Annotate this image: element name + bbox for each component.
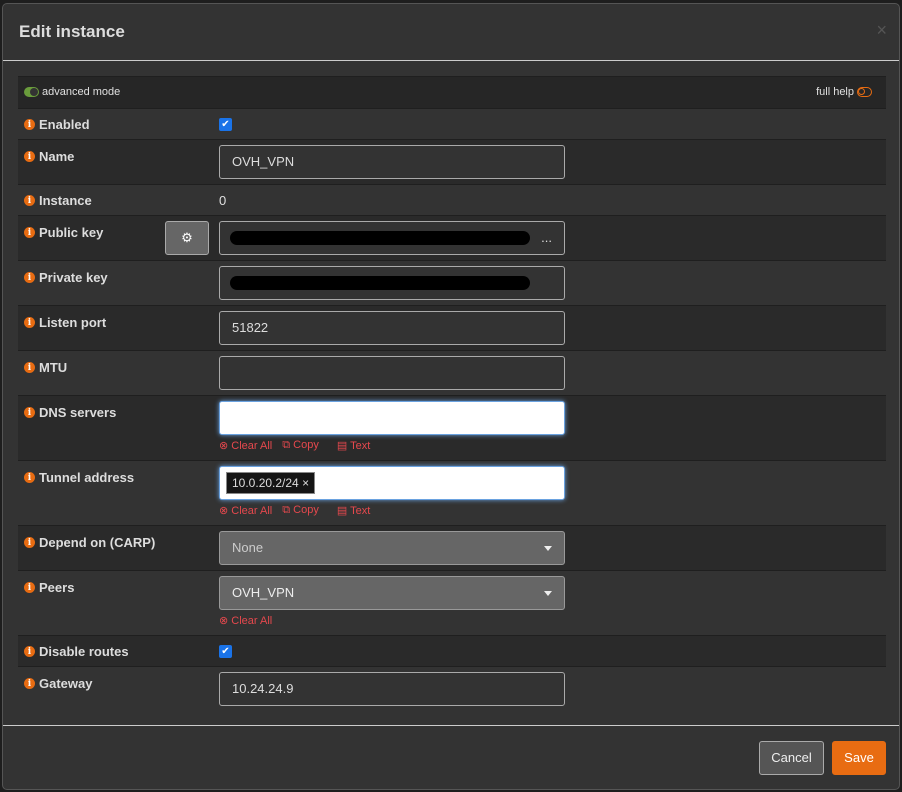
row-instance: i Instance 0 (18, 184, 886, 215)
clear-all-label: Clear All (231, 615, 273, 627)
row-public-key: i Public key ⚙ ... (18, 215, 886, 260)
row-listen-port: i Listen port 51822 (18, 305, 886, 350)
clear-all-link[interactable]: ⊗ Clear All (219, 504, 272, 517)
info-icon[interactable]: i (24, 195, 35, 206)
info-icon[interactable]: i (24, 151, 35, 162)
instance-value: 0 (219, 193, 227, 208)
tag-remove-icon[interactable]: × (302, 476, 309, 490)
caret-down-icon (544, 591, 552, 600)
info-icon[interactable]: i (24, 119, 35, 130)
clear-all-link[interactable]: ⊗ Clear All (219, 439, 272, 452)
generate-keypair-button[interactable]: ⚙ (165, 221, 209, 255)
public-key-ellipsis: ... (541, 230, 552, 245)
clear-all-label: Clear All (231, 505, 273, 517)
advanced-mode-toggle[interactable]: advanced mode (24, 86, 120, 98)
info-icon[interactable]: i (24, 227, 35, 238)
tag-text: 10.0.20.2/24 (232, 476, 299, 490)
private-key-input[interactable] (219, 266, 565, 300)
text-link[interactable]: ▤ Text (337, 439, 370, 452)
mtu-label: MTU (39, 360, 68, 375)
cancel-button[interactable]: Cancel (759, 741, 824, 775)
public-key-input[interactable]: ... (219, 221, 565, 255)
tunnel-address-tag: 10.0.20.2/24 × (226, 472, 316, 494)
row-enabled: i Enabled ✔ (18, 108, 886, 139)
depend-on-value: None (232, 540, 264, 555)
copy-link[interactable]: ⧉ Copy (282, 504, 319, 517)
edit-instance-dialog: Edit instance × advanced mode full help … (2, 3, 900, 790)
peers-value: OVH_VPN (232, 585, 295, 600)
save-button[interactable]: Save (832, 741, 886, 775)
form-table: advanced mode full help i Enabled ✔ i Name… (18, 76, 886, 711)
text-label: Text (350, 440, 371, 452)
peers-select[interactable]: OVH_VPN (219, 576, 565, 610)
gateway-input[interactable]: 10.24.24.9 (219, 672, 565, 706)
gear-icon: ⚙ (181, 230, 193, 245)
clear-all-label: Clear All (231, 440, 273, 452)
info-icon[interactable]: i (24, 272, 35, 283)
listen-port-label: Listen port (39, 315, 107, 330)
mtu-input[interactable] (219, 356, 565, 390)
dns-servers-actions: ⊗ Clear All ⧉ Copy ▤ Text (219, 439, 370, 452)
row-private-key: i Private key (18, 260, 886, 305)
text-link[interactable]: ▤ Text (337, 504, 370, 517)
name-input[interactable]: OVH_VPN (219, 145, 565, 179)
clear-all-link[interactable]: ⊗ Clear All (219, 614, 272, 627)
peers-label: Peers (39, 580, 75, 595)
caret-down-icon (544, 546, 552, 555)
toggle-on-icon (24, 87, 39, 97)
advanced-mode-label: advanced mode (42, 86, 121, 98)
row-name: i Name OVH_VPN (18, 139, 886, 184)
text-label: Text (350, 505, 371, 517)
depend-on-label: Depend on (CARP) (39, 535, 156, 550)
dns-servers-input[interactable] (219, 401, 565, 435)
row-dns-servers: i DNS servers ⊗ Clear All ⧉ Copy ▤ Text (18, 395, 886, 460)
copy-link[interactable]: ⧉ Copy (282, 439, 319, 452)
close-icon[interactable]: × (876, 20, 887, 41)
listen-port-input[interactable]: 51822 (219, 311, 565, 345)
gateway-label: Gateway (39, 676, 93, 691)
disable-routes-checkbox[interactable]: ✔ (219, 645, 232, 658)
copy-label: Copy (293, 439, 319, 451)
tunnel-address-actions: ⊗ Clear All ⧉ Copy ▤ Text (219, 504, 370, 517)
info-icon[interactable]: i (24, 472, 35, 483)
tunnel-address-label: Tunnel address (39, 470, 135, 485)
row-peers: i Peers OVH_VPN ⊗ Clear All (18, 570, 886, 635)
info-icon[interactable]: i (24, 317, 35, 328)
info-icon[interactable]: i (24, 678, 35, 689)
row-depend-on: i Depend on (CARP) None (18, 525, 886, 570)
peers-actions: ⊗ Clear All (219, 614, 272, 627)
copy-label: Copy (293, 504, 319, 516)
full-help-toggle[interactable]: full help (816, 86, 872, 98)
instance-label: Instance (39, 193, 92, 208)
row-disable-routes: i Disable routes ✔ (18, 635, 886, 666)
dialog-footer (3, 725, 899, 726)
enabled-label: Enabled (39, 117, 90, 132)
disable-routes-label: Disable routes (39, 644, 129, 659)
full-help-label: full help (816, 86, 854, 98)
dialog-title: Edit instance (19, 22, 125, 41)
redaction-mark (230, 276, 530, 290)
row-gateway: i Gateway 10.24.24.9 (18, 666, 886, 711)
dialog-header: Edit instance × (3, 4, 899, 61)
info-icon[interactable]: i (24, 537, 35, 548)
toolbar-row: advanced mode full help (18, 76, 886, 108)
info-icon[interactable]: i (24, 646, 35, 657)
info-icon[interactable]: i (24, 582, 35, 593)
tunnel-address-input[interactable]: 10.0.20.2/24 × (219, 466, 565, 500)
name-label: Name (39, 149, 75, 164)
info-icon[interactable]: i (24, 362, 35, 373)
public-key-label: Public key (39, 225, 104, 240)
info-icon[interactable]: i (24, 407, 35, 418)
depend-on-select[interactable]: None (219, 531, 565, 565)
dns-servers-label: DNS servers (39, 405, 117, 420)
private-key-label: Private key (39, 270, 108, 285)
row-tunnel-address: i Tunnel address 10.0.20.2/24 × ⊗ Clear A… (18, 460, 886, 525)
redaction-mark (230, 231, 530, 245)
row-mtu: i MTU (18, 350, 886, 395)
enabled-checkbox[interactable]: ✔ (219, 118, 232, 131)
toggle-off-icon (857, 87, 872, 97)
